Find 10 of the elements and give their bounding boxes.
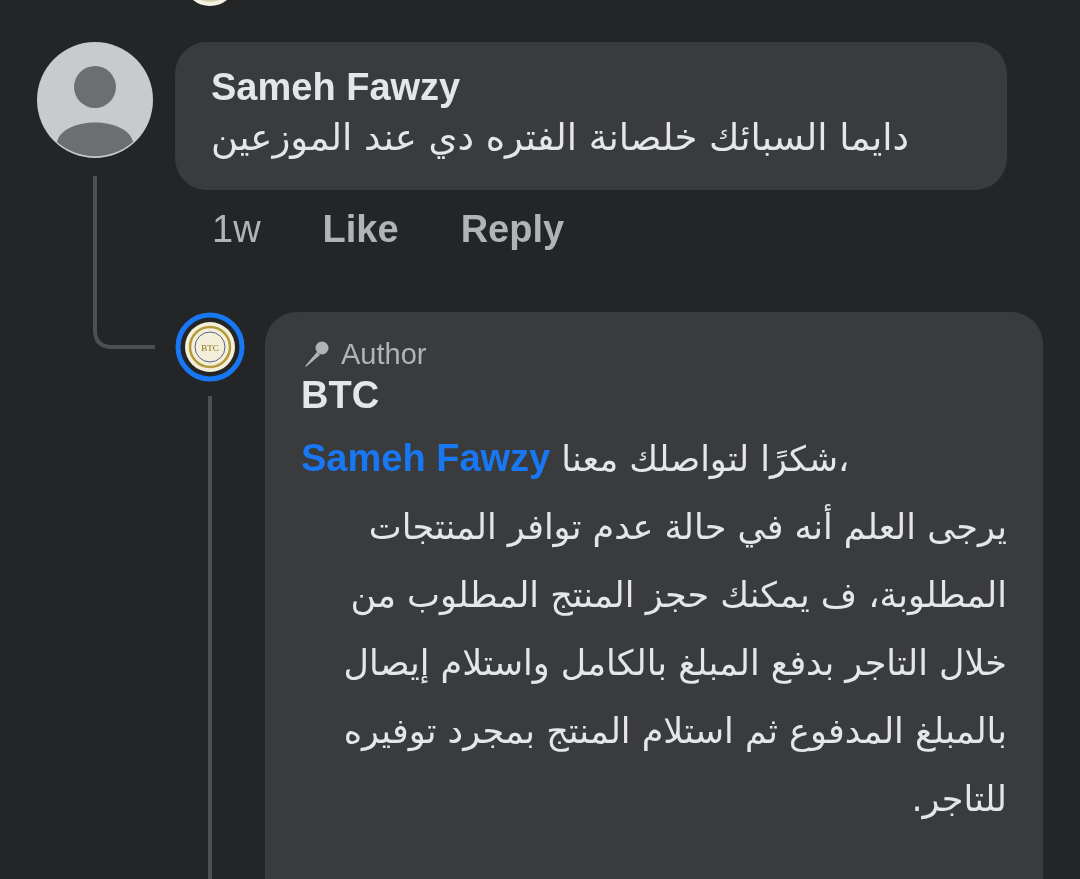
- author-label: Author: [341, 337, 427, 372]
- comment-text: دايما السبائك خلصانة الفتره دي عند الموزعين: [211, 115, 911, 161]
- avatar[interactable]: BTC: [175, 312, 245, 382]
- avatar[interactable]: [37, 42, 153, 158]
- reply-link[interactable]: Reply: [460, 206, 565, 252]
- reply-text: يرجى العلم أنه في حالة عدم توافر المنتجات المطلوبة، ف يمكنك حجز المنتج المطلوب من خلال التاجر بدفع المبلغ بالكامل واستلام إيصال بالمبلغ المدفوع ثم استلام المنتج بمجرد توفيره للتاجر.: [301, 493, 1007, 833]
- timestamp: 1w: [212, 207, 261, 252]
- author-name[interactable]: Sameh Fawzy: [211, 64, 971, 110]
- like-link[interactable]: Like: [322, 206, 399, 252]
- author-name[interactable]: BTC: [301, 372, 1007, 418]
